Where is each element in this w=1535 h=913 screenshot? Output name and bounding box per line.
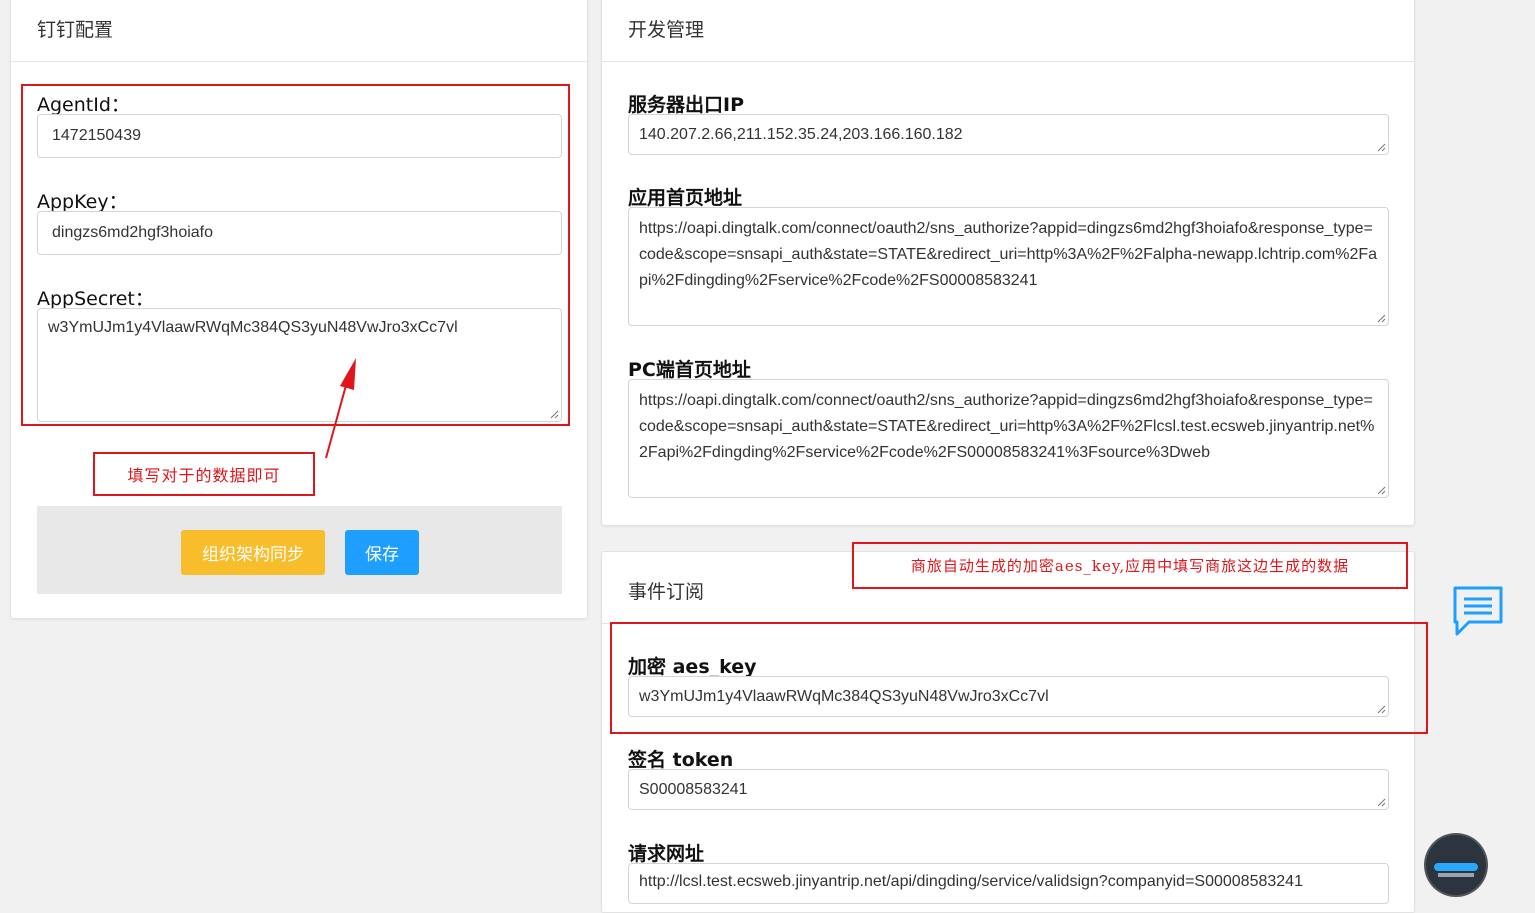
card-divider	[602, 61, 1414, 62]
resize-grip-icon[interactable]	[1376, 797, 1386, 807]
token-textarea[interactable]: S00008583241	[628, 769, 1389, 810]
card-divider	[11, 61, 587, 62]
pc-url-textarea[interactable]: https://oapi.dingtalk.com/connect/oauth2…	[628, 379, 1389, 498]
save-button[interactable]: 保存	[345, 530, 419, 575]
dev-management-card: 开发管理 服务器出口IP 140.207.2.66,211.152.35.24,…	[601, 0, 1415, 526]
token-value: S00008583241	[639, 780, 748, 798]
home-url-label: 应用首页地址	[628, 187, 743, 209]
resize-grip-icon[interactable]	[1376, 485, 1386, 495]
pc-url-label: PC端首页地址	[628, 359, 751, 381]
assistant-avatar-wave	[1434, 863, 1478, 871]
server-ip-textarea[interactable]: 140.207.2.66,211.152.35.24,203.166.160.1…	[628, 114, 1389, 155]
assistant-avatar-base	[1438, 873, 1474, 877]
home-url-textarea[interactable]: https://oapi.dingtalk.com/connect/oauth2…	[628, 207, 1389, 326]
home-url-value: https://oapi.dingtalk.com/connect/oauth2…	[639, 220, 1378, 289]
assistant-avatar-icon[interactable]	[1426, 835, 1486, 895]
dingtalk-config-title: 钉钉配置	[37, 19, 114, 41]
annotation-box-aes-key	[610, 622, 1428, 734]
request-url-textarea[interactable]: http://lcsl.test.ecsweb.jinyantrip.net/a…	[628, 863, 1389, 904]
event-subscription-title: 事件订阅	[628, 581, 705, 603]
server-ip-label: 服务器出口IP	[628, 94, 744, 116]
request-url-value: http://lcsl.test.ecsweb.jinyantrip.net/a…	[639, 873, 1303, 890]
annotation-box-dingtalk-fields	[21, 84, 570, 426]
annotation-arrow-icon	[325, 358, 356, 459]
chat-bubble-icon[interactable]	[1451, 584, 1505, 638]
dev-management-title: 开发管理	[628, 19, 705, 41]
org-sync-button[interactable]: 组织架构同步	[181, 530, 325, 575]
annotation-fill-note: 填写对于的数据即可	[93, 452, 315, 496]
token-label: 签名 token	[628, 749, 734, 771]
annotation-aes-note: 商旅自动生成的加密aes_key,应用中填写商旅这边生成的数据	[852, 542, 1408, 589]
resize-grip-icon[interactable]	[1376, 313, 1386, 323]
server-ip-value: 140.207.2.66,211.152.35.24,203.166.160.1…	[639, 125, 963, 143]
pc-url-value: https://oapi.dingtalk.com/connect/oauth2…	[639, 392, 1375, 461]
resize-grip-icon[interactable]	[1376, 142, 1386, 152]
request-url-label: 请求网址	[628, 843, 705, 865]
